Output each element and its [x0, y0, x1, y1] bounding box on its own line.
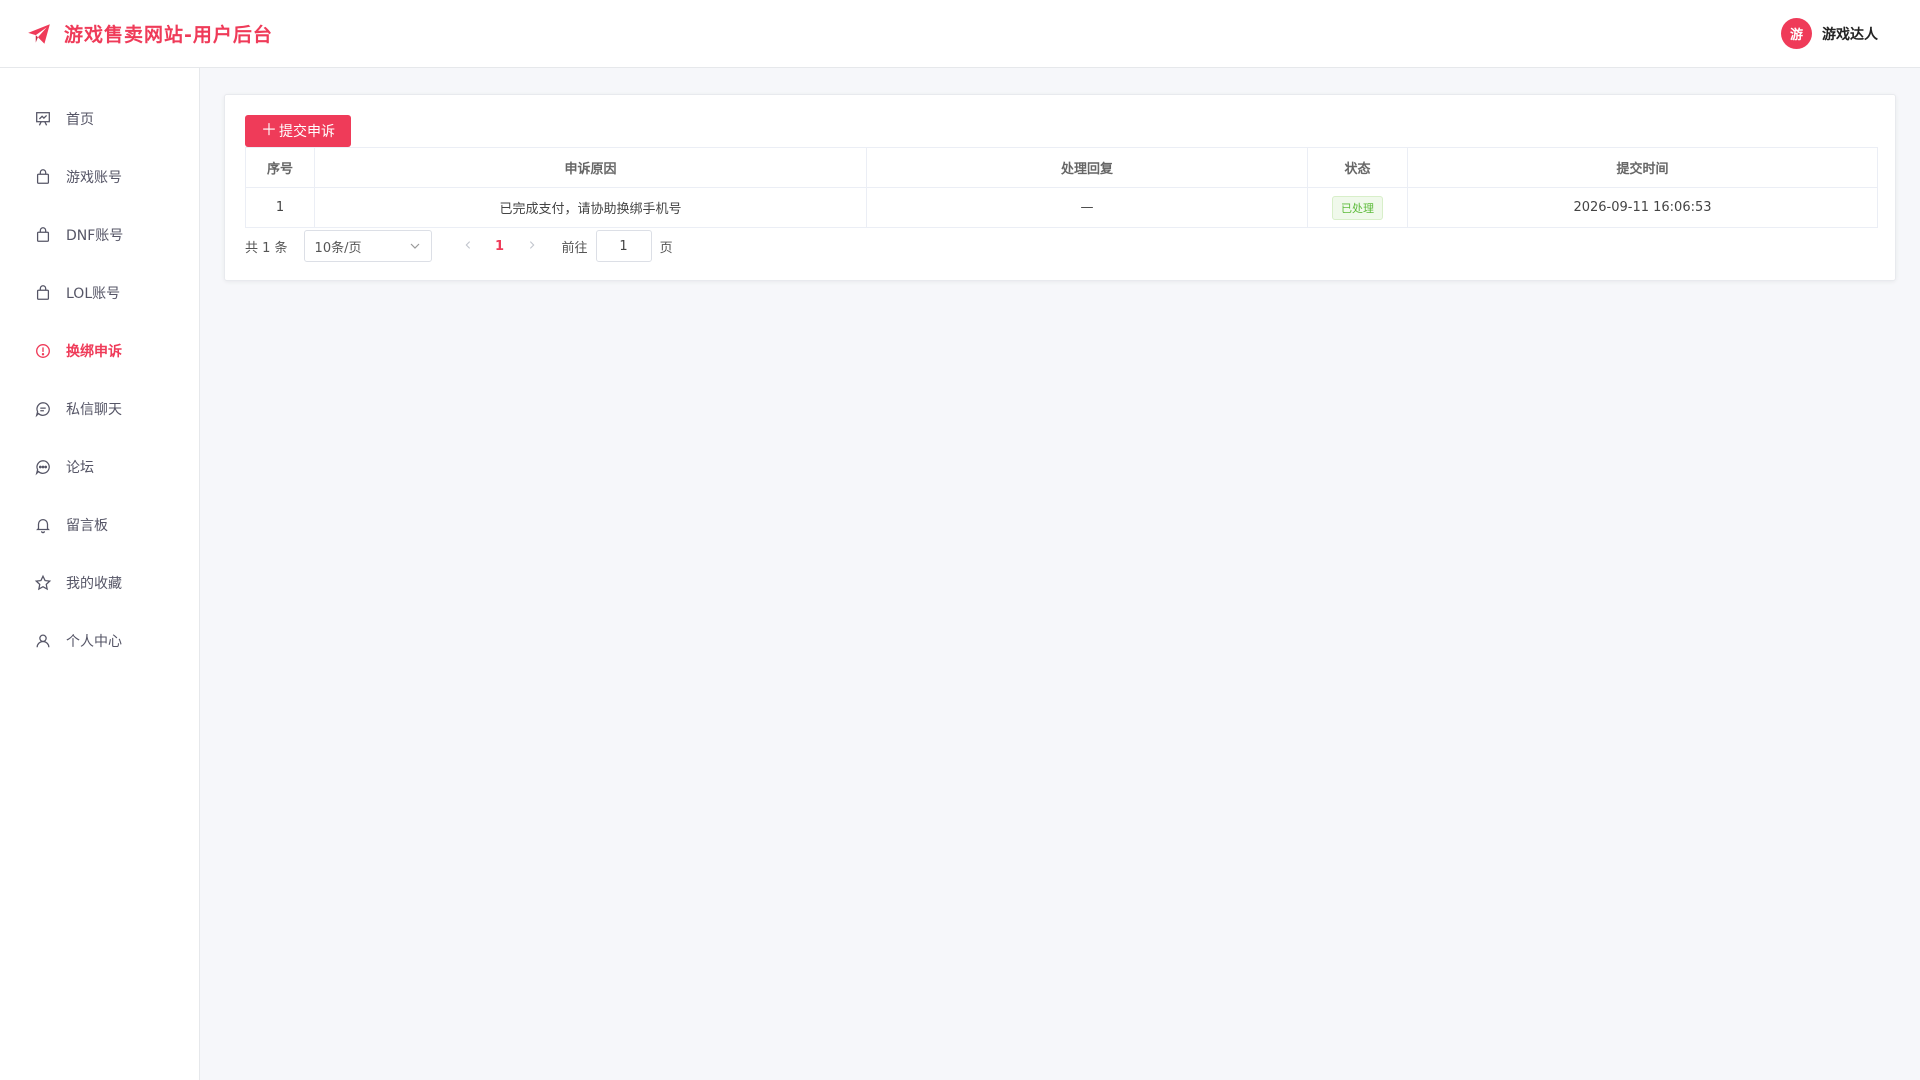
- column-header: 申诉原因: [314, 147, 867, 188]
- appeal-table: 序号 申诉原因 处理回复 状态 提交时间 1 已完成支付，请协助换绑手机号 — …: [245, 147, 1878, 228]
- sidebar-item-profile[interactable]: 个人中心: [0, 612, 199, 670]
- sidebar-item-game-accounts[interactable]: 游戏账号: [0, 148, 199, 206]
- table-row[interactable]: 1 已完成支付，请协助换绑手机号 — 已处理 2026-09-11 16:06:…: [245, 187, 1878, 228]
- submit-appeal-button[interactable]: ＋ 提交申诉: [245, 115, 352, 147]
- sidebar-item-label: 首页: [66, 112, 94, 128]
- sidebar-item-label: 个人中心: [66, 634, 122, 650]
- shopping-bag-icon: [34, 168, 52, 186]
- page-size-select[interactable]: 10条/页: [303, 230, 432, 262]
- table-header-row: 序号 申诉原因 处理回复 状态 提交时间: [245, 147, 1878, 188]
- page-suffix: 页: [659, 240, 673, 256]
- sidebar-item-label: 留言板: [66, 518, 108, 534]
- cell-reason: 已完成支付，请协助换绑手机号: [314, 187, 867, 228]
- total-count: 共 1 条: [245, 240, 288, 256]
- sidebar-item-message-board[interactable]: 留言板: [0, 496, 199, 554]
- chat-icon: [34, 400, 52, 418]
- sidebar-item-forum[interactable]: 论坛: [0, 438, 199, 496]
- star-icon: [34, 574, 52, 592]
- submit-appeal-label: 提交申诉: [279, 123, 336, 139]
- user-icon: [34, 632, 52, 650]
- status-badge: 已处理: [1332, 195, 1383, 220]
- brand[interactable]: 游戏售卖网站-用户后台: [26, 20, 273, 47]
- sidebar-item-label: 论坛: [66, 460, 94, 476]
- goto-label: 前往: [561, 240, 588, 256]
- sidebar-item-label: 私信聊天: [66, 402, 122, 418]
- sidebar-item-private-chat[interactable]: 私信聊天: [0, 380, 199, 438]
- page-number-current[interactable]: 1: [484, 239, 516, 254]
- sidebar-item-label: 换绑申诉: [66, 344, 122, 360]
- cell-time: 2026-09-11 16:06:53: [1407, 187, 1878, 228]
- column-header: 处理回复: [866, 147, 1308, 188]
- sidebar-item-label: LOL账号: [66, 286, 121, 302]
- cell-index: 1: [245, 187, 315, 228]
- site-title: 游戏售卖网站-用户后台: [64, 24, 273, 46]
- sidebar-item-rebind-appeal[interactable]: 换绑申诉: [0, 322, 199, 380]
- sidebar: 首页 游戏账号 DNF账号 LOL账号 换绑申诉 私信聊天 论坛 留言板 我的收…: [0, 68, 200, 1080]
- warning-circle-icon: [34, 342, 52, 360]
- cell-status: 已处理: [1307, 187, 1408, 228]
- top-header: 游戏售卖网站-用户后台 游 游戏达人: [0, 0, 1920, 68]
- sidebar-item-lol-accounts[interactable]: LOL账号: [0, 264, 199, 322]
- sidebar-item-label: 我的收藏: [66, 576, 122, 592]
- avatar[interactable]: 游: [1781, 18, 1812, 49]
- sidebar-item-label: DNF账号: [66, 228, 124, 244]
- pagination: 共 1 条 10条/页 1 前往 页: [245, 230, 1875, 262]
- chevron-left-icon: [465, 240, 470, 249]
- sidebar-item-favorites[interactable]: 我的收藏: [0, 554, 199, 612]
- cell-reply: —: [866, 187, 1308, 228]
- column-header: 状态: [1307, 147, 1408, 188]
- page-size-value: 10条/页: [314, 240, 362, 256]
- chat-dots-icon: [34, 458, 52, 476]
- shopping-bag-icon: [34, 226, 52, 244]
- column-header: 提交时间: [1407, 147, 1878, 188]
- presentation-icon: [34, 110, 52, 128]
- goto-page-input[interactable]: [595, 230, 652, 262]
- chevron-right-icon: [529, 240, 534, 249]
- user-menu[interactable]: 游 游戏达人: [1781, 18, 1878, 49]
- column-header: 序号: [245, 147, 315, 188]
- sidebar-item-dnf-accounts[interactable]: DNF账号: [0, 206, 199, 264]
- chevron-down-icon: [409, 240, 421, 252]
- username[interactable]: 游戏达人: [1822, 24, 1878, 44]
- paper-plane-icon: [26, 21, 52, 47]
- plus-icon: ＋: [261, 122, 278, 139]
- bell-icon: [34, 516, 52, 534]
- next-page-button[interactable]: [516, 239, 548, 254]
- prev-page-button[interactable]: [452, 239, 484, 254]
- shopping-bag-icon: [34, 284, 52, 302]
- sidebar-item-label: 游戏账号: [66, 170, 122, 186]
- appeal-panel: ＋ 提交申诉 序号 申诉原因 处理回复 状态 提交时间 1 已完成支付，请协助换…: [224, 94, 1896, 281]
- sidebar-item-home[interactable]: 首页: [0, 90, 199, 148]
